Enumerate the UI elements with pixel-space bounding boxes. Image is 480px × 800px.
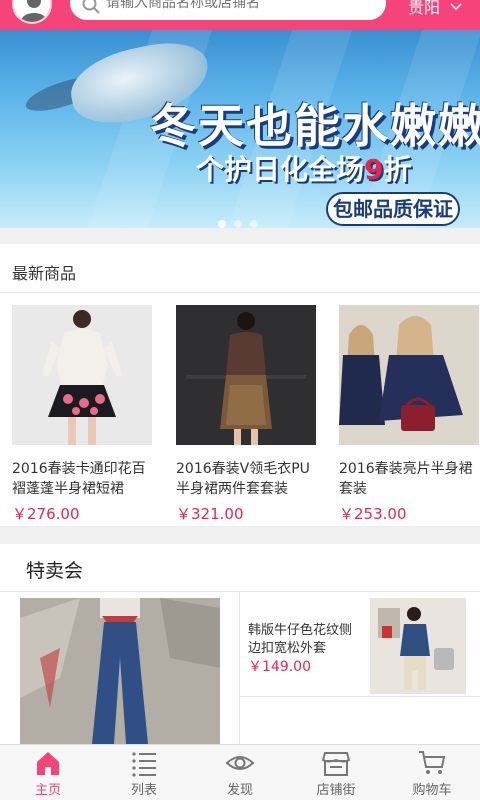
banner-subtitle: 个护日化全场9折 [196,148,412,188]
sale-banner-image[interactable] [20,598,220,744]
divider [0,292,480,293]
product-price: ￥276.00 [12,505,80,523]
tab-discover[interactable]: 发现 [192,745,288,800]
tab-cart[interactable]: 购物车 [384,745,480,800]
product-name: 2016春装卡通印花百褶蓬蓬半身裙短裙 [12,461,146,497]
product-name: 2016春装亮片半身裙套装 [339,461,473,497]
flash-sale-section: 特卖会 韩版牛仔色花纹侧边扣宽松外套 ￥149.00 [0,544,480,744]
product-image [339,305,479,445]
section-title: 特卖会 [26,560,84,582]
product-card[interactable]: 2016春装V领毛衣PU半身裙两件套套装 ￥321.00 [176,305,316,524]
store-icon [322,752,350,776]
banner-badge: 包邮品质保证 [326,192,460,226]
tab-label: 发现 [226,783,253,798]
tab-label: 店铺街 [316,783,356,798]
tab-home[interactable]: 主页 [0,745,96,800]
banner-title: 冬天也能水嫩嫩 [150,99,480,153]
tab-label: 主页 [34,783,61,798]
city-selector[interactable]: 贵阳 [408,0,462,18]
section-title: 最新商品 [12,264,77,283]
product-price: ￥253.00 [339,505,407,523]
sale-item-image[interactable] [370,598,466,694]
divider [240,696,480,697]
product-image [12,305,152,445]
avatar[interactable] [12,0,52,24]
tab-list[interactable]: 列表 [96,745,192,800]
search-input[interactable] [106,0,376,14]
product-card[interactable]: 2016春装卡通印花百褶蓬蓬半身裙短裙 ￥276.00 [12,305,152,524]
banner-subtitle-suffix: 折 [383,153,412,186]
eye-icon [226,756,254,770]
product-name: 2016春装V领毛衣PU半身裙两件套套装 [176,461,310,497]
divider [0,591,480,592]
cart-icon [419,751,446,774]
banner-subtitle-number: 9 [364,153,384,186]
carousel-dot[interactable] [250,220,258,228]
product-price: ￥321.00 [176,505,244,523]
tab-store-street[interactable]: 店铺街 [288,745,384,800]
chevron-down-icon [450,3,462,11]
carousel-dot[interactable] [218,220,226,228]
bottom-nav: 主页 列表 发现 店铺街 购物车 [0,744,480,800]
search-box[interactable] [70,0,386,20]
newest-products-section: 最新商品 2016春装卡通印花百褶蓬蓬半身裙短裙 ￥276.00 2016春装V… [0,244,480,526]
tab-label: 列表 [130,783,157,798]
sale-item-price: ￥149.00 [248,659,311,675]
home-icon [37,752,59,775]
tab-label: 购物车 [412,783,452,798]
search-icon [82,0,100,14]
top-bar: 贵阳 [0,0,480,30]
city-label: 贵阳 [408,0,441,17]
product-image [176,305,316,445]
product-card[interactable]: 2016春装亮片半身裙套装 ￥253.00 [339,305,479,524]
divider [239,592,240,744]
carousel-indicators [218,213,266,232]
carousel-dot[interactable] [234,220,242,228]
list-icon [132,752,156,777]
user-icon [21,0,47,22]
banner-subtitle-prefix: 个护日化全场 [196,153,365,186]
sale-item-name[interactable]: 韩版牛仔色花纹侧边扣宽松外套 [248,622,360,658]
